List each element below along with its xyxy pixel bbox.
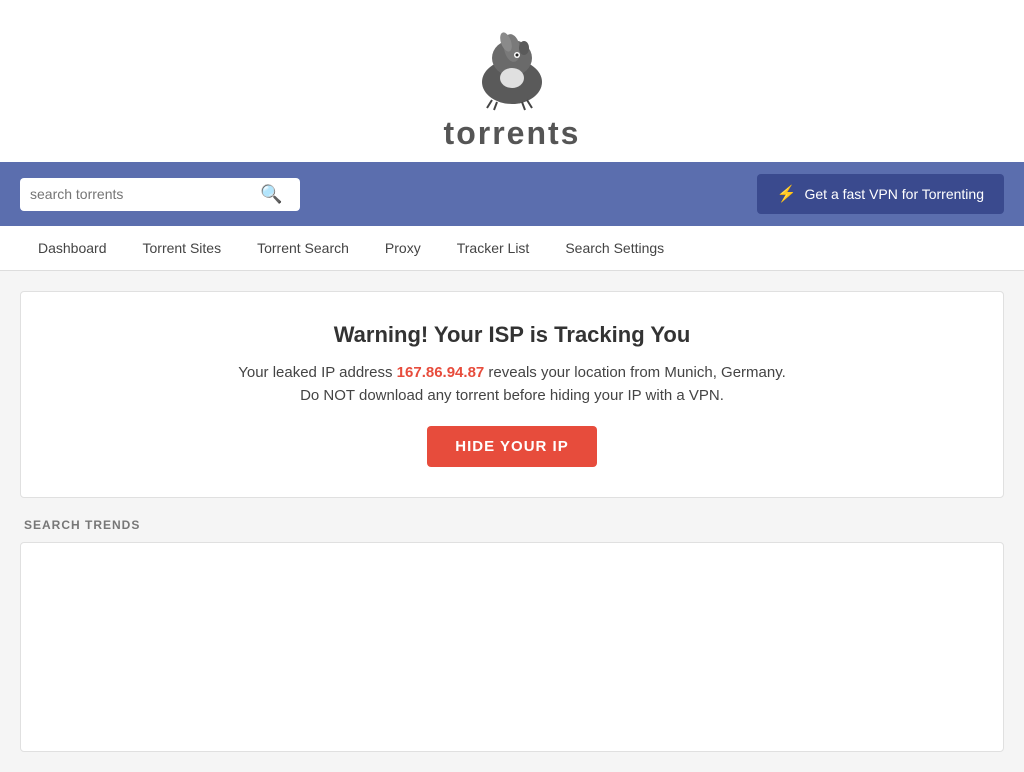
hide-ip-button[interactable]: HIDE YOUR IP (427, 426, 596, 467)
search-input-wrapper[interactable]: 🔍 (20, 178, 300, 211)
warning-text2: Do NOT download any torrent before hidin… (41, 387, 983, 404)
header: torrents (0, 0, 1024, 162)
search-bar: 🔍 ⚡ Get a fast VPN for Torrenting (0, 162, 1024, 226)
nav: Dashboard Torrent Sites Torrent Search P… (0, 226, 1024, 271)
nav-torrent-sites[interactable]: Torrent Sites (125, 226, 240, 270)
nav-search-settings[interactable]: Search Settings (547, 226, 682, 270)
vpn-button[interactable]: ⚡ Get a fast VPN for Torrenting (757, 174, 1004, 214)
warning-box: Warning! Your ISP is Tracking You Your l… (20, 291, 1004, 498)
vpn-button-label: Get a fast VPN for Torrenting (805, 186, 985, 202)
nav-torrent-search[interactable]: Torrent Search (239, 226, 367, 270)
warning-title: Warning! Your ISP is Tracking You (41, 322, 983, 348)
warning-text1: Your leaked IP address 167.86.94.87 reve… (41, 364, 983, 381)
warning-text1-suffix: reveals your location from Munich, Germa… (484, 364, 786, 381)
ip-address: 167.86.94.87 (397, 364, 485, 381)
search-button[interactable]: 🔍 (260, 184, 282, 205)
nav-dashboard[interactable]: Dashboard (20, 226, 125, 270)
lightning-icon: ⚡ (777, 184, 797, 204)
logo-text: torrents (444, 115, 581, 152)
search-trends-label: SEARCH TRENDS (20, 518, 1004, 532)
search-input[interactable] (30, 186, 260, 202)
nav-tracker-list[interactable]: Tracker List (439, 226, 548, 270)
warning-text1-prefix: Your leaked IP address (238, 364, 396, 381)
logo-container: torrents (444, 20, 581, 152)
nav-proxy[interactable]: Proxy (367, 226, 439, 270)
search-trends-section (20, 542, 1004, 752)
logo-icon (462, 20, 562, 120)
search-icon: 🔍 (260, 184, 282, 204)
main-content: Warning! Your ISP is Tracking You Your l… (0, 271, 1024, 772)
